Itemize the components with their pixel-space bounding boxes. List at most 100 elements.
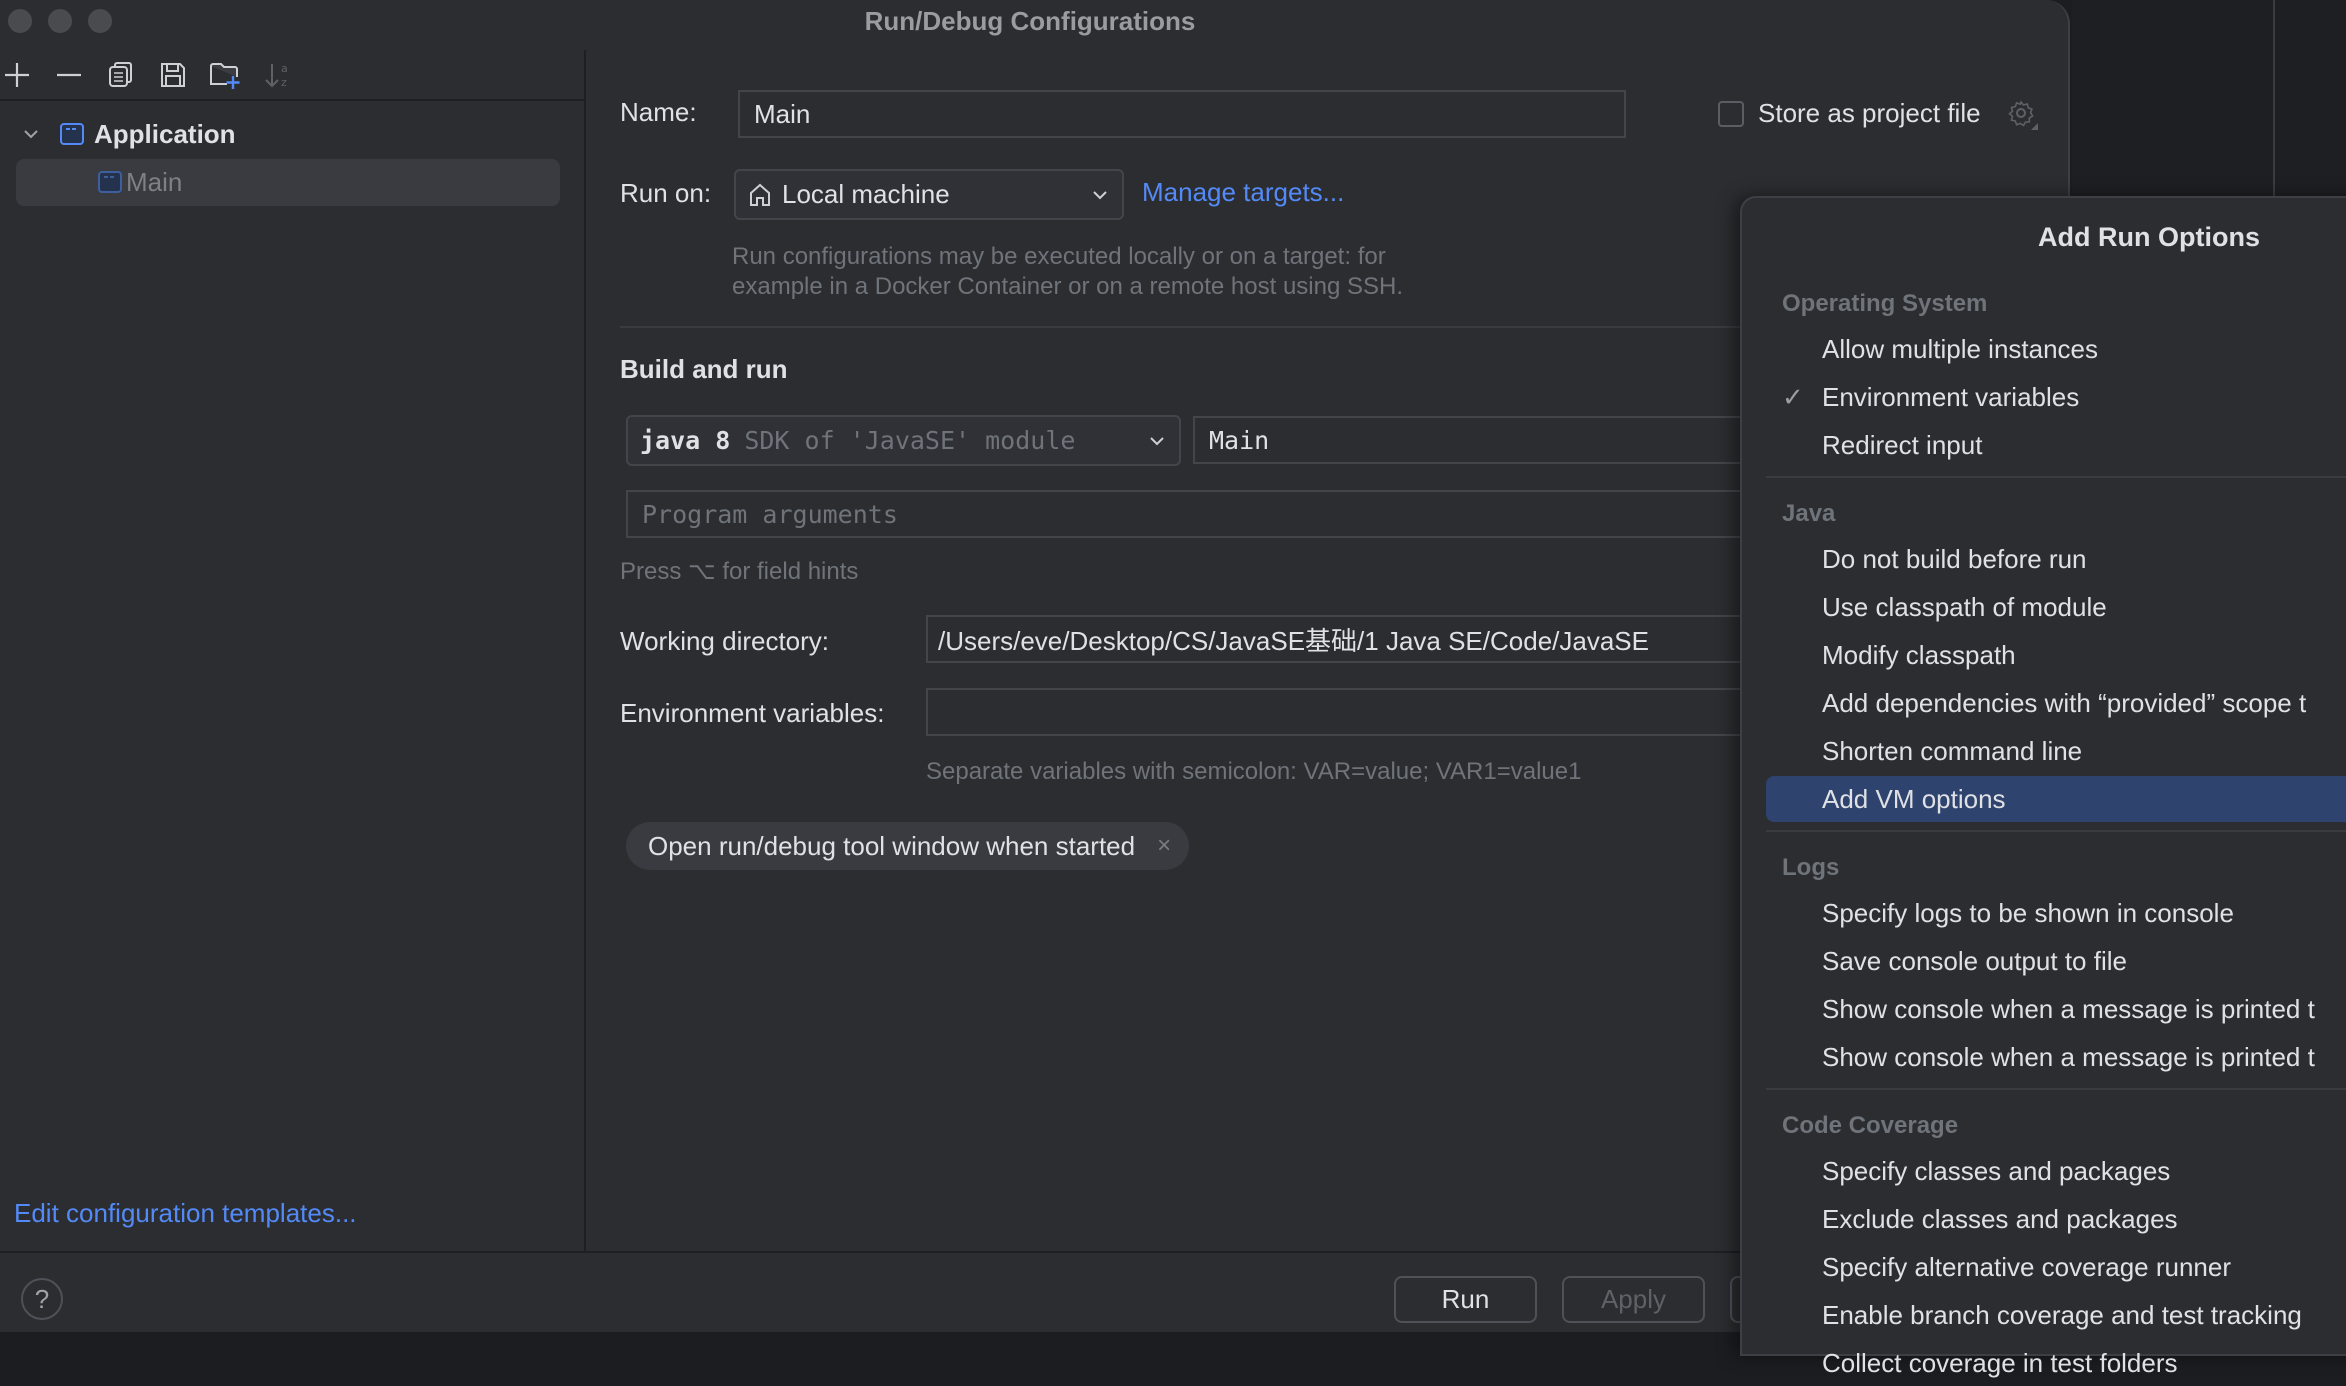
run-on-hint-line1: Run configurations may be executed local… [732,243,1386,270]
popup-option[interactable]: Use classpath of module [1766,584,2346,630]
popup-option[interactable]: Enable branch coverage and test tracking [1766,1292,2346,1338]
save-configuration-button[interactable] [156,58,190,92]
sort-icon: az [265,62,288,89]
remove-configuration-button[interactable] [52,58,86,92]
add-run-options-popup: Add Run Options Operating System Allow mu… [1740,196,2346,1378]
popup-option[interactable]: Exclude classes and packages [1766,1196,2346,1242]
popup-option-label: Collect coverage in test folders [1822,1347,2178,1378]
popup-option-label: Add dependencies with “provided” scope t [1822,687,2307,718]
popup-option[interactable]: Add dependencies with “provided” scope t [1766,680,2346,726]
chevron-down-icon [24,130,38,139]
help-button[interactable]: ? [21,1278,63,1320]
tree-item-main[interactable]: Main [98,160,182,204]
new-folder-icon [210,63,240,89]
popup-group-label: Java [1782,500,1836,527]
jdk-dropdown[interactable]: java 8 SDK of 'JavaSE' module [626,415,1181,466]
field-hints-text: Press ⌥ for field hints [620,558,859,585]
chevron-down-icon [1093,190,1107,199]
popup-option[interactable]: Save console output to file [1766,938,2346,984]
close-icon[interactable]: × [1157,832,1171,860]
popup-option[interactable]: Allow multiple instances [1766,326,2346,372]
popup-option[interactable]: Do not build before run [1766,536,2346,582]
popup-option-label: Enable branch coverage and test tracking [1822,1299,2302,1330]
chip-label: Open run/debug tool window when started [648,830,1136,861]
popup-option[interactable]: Modify classpath [1766,632,2346,678]
application-icon [98,171,122,193]
dialog-title: Run/Debug Configurations [864,6,1196,36]
add-icon [5,63,29,87]
run-button[interactable]: Run [1394,1276,1537,1323]
name-input-value: Main [754,98,811,129]
run-on-value: Local machine [782,179,950,209]
manage-targets-link[interactable]: Manage targets... [1142,177,1344,208]
popup-option[interactable]: Specify alternative coverage runner [1766,1244,2346,1290]
main-class-input[interactable]: Main [1193,416,1753,464]
open-tool-window-chip[interactable]: Open run/debug tool window when started … [626,822,1190,870]
popup-option-label: Show console when a message is printed t [1822,1041,2315,1072]
popup-option[interactable]: Specify classes and packages [1766,1148,2346,1194]
program-arguments-placeholder: Program arguments [642,499,898,529]
name-label: Name: [620,97,697,127]
remove-icon [57,73,81,77]
popup-separator [1766,830,2346,832]
popup-separator [1766,1088,2346,1090]
tree-group-label: Application [94,118,236,149]
build-and-run-title: Build and run [620,354,788,384]
svg-text:a: a [281,62,288,75]
popup-option[interactable]: Redirect input [1766,422,2346,468]
toolbar-divider [0,99,584,101]
popup-option-label: Environment variables [1822,381,2080,412]
sort-configurations-button[interactable]: az [260,58,294,92]
tree-group-application[interactable]: Application [20,112,236,156]
popup-option-label: Modify classpath [1822,639,2016,670]
background-divider [2273,0,2275,196]
popup-option[interactable]: Show console when a message is printed t [1766,986,2346,1032]
checkmark-icon: ✓ [1782,381,1804,412]
gear-icon[interactable] [2006,98,2038,130]
copy-configuration-button[interactable] [104,58,138,92]
popup-option-label: Save console output to file [1822,945,2127,976]
svg-text:z: z [281,76,287,89]
env-vars-label: Environment variables: [620,698,885,728]
run-on-dropdown[interactable]: Local machine [734,169,1124,220]
application-icon [60,123,84,145]
edit-configuration-templates-link[interactable]: Edit configuration templates... [14,1198,357,1229]
run-on-label: Run on: [620,178,712,208]
popup-group-label: Logs [1782,854,1840,881]
popup-option[interactable]: Shorten command line [1766,728,2346,774]
run-on-hint-line2: example in a Docker Container or on a re… [732,273,1404,300]
jdk-value: java 8 [640,426,731,455]
apply-button[interactable]: Apply [1562,1276,1705,1323]
popup-option-label: Redirect input [1822,429,1983,460]
help-icon: ? [34,1283,50,1314]
working-directory-input[interactable]: /Users/eve/Desktop/CS/JavaSE基础/1 Java SE… [926,615,1756,663]
jdk-hint: SDK of 'JavaSE' module [744,426,1076,455]
home-icon [750,183,770,206]
popup-option[interactable]: Collect coverage in test folders [1766,1340,2346,1386]
popup-option-label: Allow multiple instances [1822,333,2099,364]
new-folder-button[interactable] [208,58,242,92]
popup-title: Add Run Options [2038,222,2260,252]
copy-icon [109,62,132,87]
main-class-value: Main [1209,425,1270,455]
apply-button-label: Apply [1600,1284,1667,1314]
store-as-project-file-label: Store as project file [1758,98,1981,128]
chevron-down-icon [1150,436,1164,445]
popup-option-label: Specify classes and packages [1822,1155,2171,1186]
sidebar-divider[interactable] [584,50,586,1252]
popup-option-label: Shorten command line [1822,735,2083,766]
add-configuration-button[interactable] [0,58,34,92]
popup-group-label: Code Coverage [1782,1112,1959,1139]
popup-option[interactable]: Specify logs to be shown in console [1766,890,2346,936]
popup-option[interactable]: ✓ Environment variables [1766,374,2346,420]
store-as-project-file-checkbox[interactable] [1718,101,1744,127]
popup-option[interactable]: Add VM options [1766,776,2346,822]
popup-option[interactable]: Show console when a message is printed t [1766,1034,2346,1080]
name-input[interactable]: Main [738,90,1626,138]
env-vars-input[interactable] [926,688,1756,736]
save-icon [161,63,185,87]
tree-item-label: Main [126,166,183,197]
env-vars-hint: Separate variables with semicolon: VAR=v… [926,758,1582,785]
popup-separator [1766,476,2346,478]
program-arguments-input[interactable]: Program arguments [626,490,1756,538]
